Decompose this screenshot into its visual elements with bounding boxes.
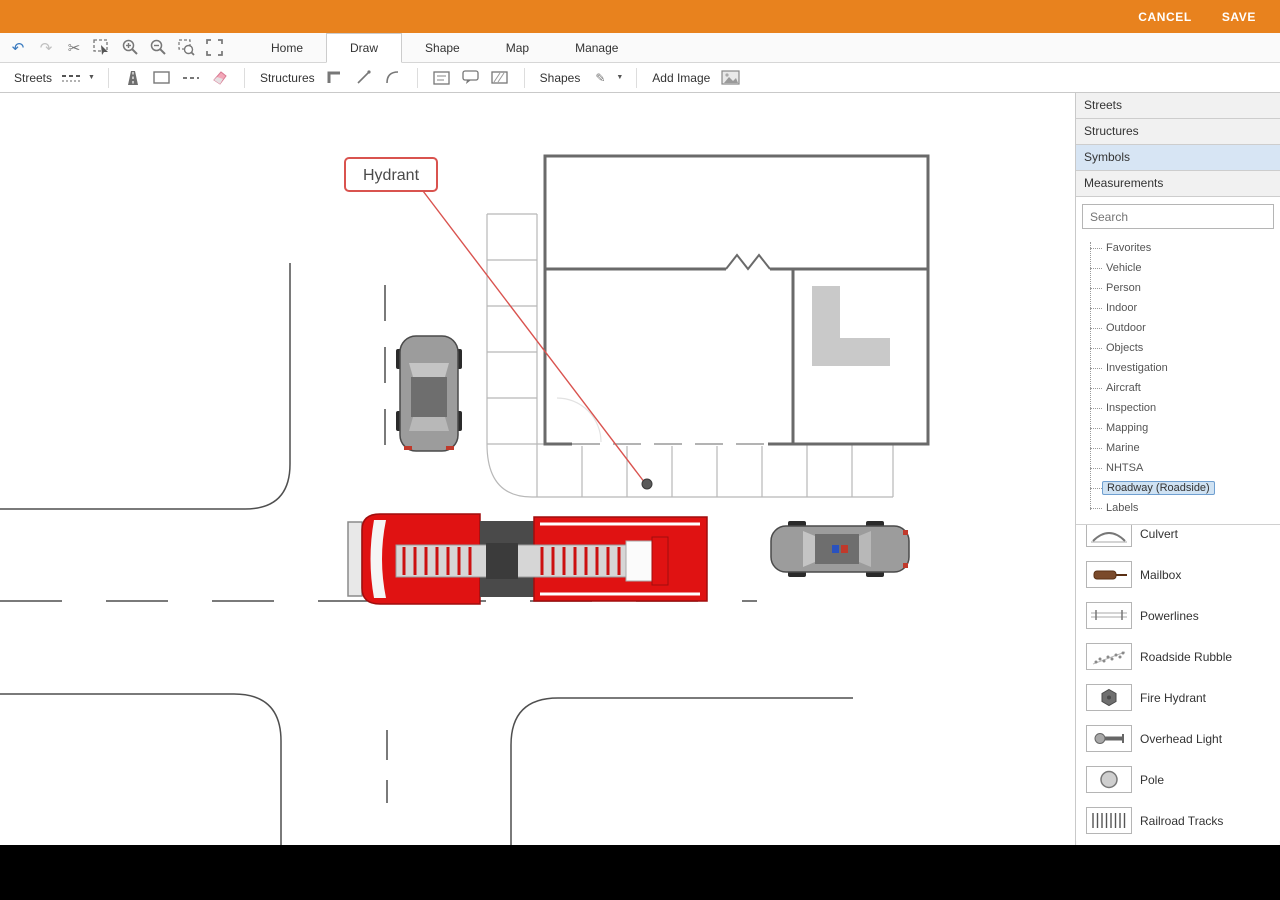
toolbar-separator (108, 68, 109, 88)
symbol-item-roadside-rubble[interactable]: Roadside Rubble (1076, 636, 1280, 677)
symbol-search (1076, 197, 1280, 234)
add-image-label[interactable]: Add Image (652, 71, 710, 85)
roadside-rubble-thumbnail (1086, 643, 1132, 670)
scene-svg: Hydrant (0, 93, 1075, 845)
line-tool-icon[interactable] (353, 67, 375, 89)
drawing-canvas[interactable]: Hydrant (0, 93, 1075, 845)
intersection-tool-icon[interactable] (151, 67, 173, 89)
section-header-streets[interactable]: Streets (1076, 93, 1280, 119)
tab-manage[interactable]: Manage (552, 33, 641, 62)
draw-toolbar: Streets ▼ Structures (0, 63, 1280, 93)
shapes-tools-label: Shapes (540, 71, 581, 85)
tree-item-marine[interactable]: Marine (1090, 438, 1280, 458)
streets-tools-label: Streets (14, 71, 52, 85)
police-car[interactable] (771, 521, 909, 577)
symbol-library-panel: Streets Structures Symbols Measurements … (1075, 93, 1280, 845)
street-style-caret-icon[interactable]: ▼ (88, 74, 95, 81)
fit-view-icon[interactable] (202, 36, 226, 60)
callout-tool-icon[interactable] (460, 67, 482, 89)
eraser-tool-icon[interactable] (209, 67, 231, 89)
section-header-structures[interactable]: Structures (1076, 119, 1280, 145)
tab-draw[interactable]: Draw (326, 33, 402, 63)
lane-marking-tool-icon[interactable] (180, 67, 202, 89)
zoom-selection-icon[interactable] (174, 36, 198, 60)
undo-icon[interactable]: ↶ (6, 36, 30, 60)
text-box-tool-icon[interactable] (431, 67, 453, 89)
save-button[interactable]: SAVE (1222, 10, 1256, 24)
app-window: CANCEL SAVE ↶ ↷ ✂ Home Dra (0, 0, 1280, 900)
add-image-icon[interactable] (719, 67, 741, 89)
tree-item-roadway-roadside[interactable]: Roadway (Roadside) (1090, 478, 1280, 498)
cut-icon[interactable]: ✂ (62, 36, 86, 60)
tree-item-indoor[interactable]: Indoor (1090, 298, 1280, 318)
tab-shape[interactable]: Shape (402, 33, 483, 62)
symbol-item-fire-hydrant[interactable]: Fire Hydrant (1076, 677, 1280, 718)
symbol-search-input[interactable] (1082, 204, 1274, 229)
zoom-out-icon[interactable] (146, 36, 170, 60)
structures-tools-label: Structures (260, 71, 315, 85)
android-nav-bar (0, 845, 1280, 900)
hydrant-callout-text: Hydrant (363, 167, 420, 184)
tree-item-aircraft[interactable]: Aircraft (1090, 378, 1280, 398)
symbol-item-pole[interactable]: Pole (1076, 759, 1280, 800)
symbol-item-overhead-light[interactable]: Overhead Light (1076, 718, 1280, 759)
select-icon[interactable] (90, 36, 114, 60)
symbol-list: Culvert Mailbox Powerlines Roadside Rubb… (1076, 524, 1280, 845)
railroad-tracks-thumbnail (1086, 807, 1132, 834)
section-header-measurements[interactable]: Measurements (1076, 171, 1280, 197)
pole-thumbnail (1086, 766, 1132, 793)
parked-car[interactable] (396, 336, 462, 451)
tab-toolbar: ↶ ↷ ✂ Home Draw Shape Map Manage (0, 33, 1280, 63)
draw-shape-pen-icon[interactable]: ✎ (589, 67, 611, 89)
powerlines-thumbnail (1086, 602, 1132, 629)
toolbar-separator (417, 68, 418, 88)
tree-item-mapping[interactable]: Mapping (1090, 418, 1280, 438)
symbol-item-culvert[interactable]: Culvert (1076, 524, 1280, 554)
mailbox-thumbnail (1086, 561, 1132, 588)
overhead-light-thumbnail (1086, 725, 1132, 752)
symbol-item-powerlines[interactable]: Powerlines (1076, 595, 1280, 636)
roadway-tool-icon[interactable] (122, 67, 144, 89)
shapes-caret-icon[interactable]: ▼ (616, 74, 623, 81)
tree-item-objects[interactable]: Objects (1090, 338, 1280, 358)
toolbar-separator (524, 68, 525, 88)
symbol-category-tree: Favorites Vehicle Person Indoor Outdoor … (1090, 238, 1280, 518)
tree-item-nhtsa[interactable]: NHTSA (1090, 458, 1280, 478)
main-tabs: Home Draw Shape Map Manage (248, 33, 641, 62)
tree-item-labels[interactable]: Labels (1090, 498, 1280, 518)
tab-home[interactable]: Home (248, 33, 326, 62)
tree-item-inspection[interactable]: Inspection (1090, 398, 1280, 418)
toolbar-separator (244, 68, 245, 88)
building-outline[interactable] (545, 156, 928, 444)
dimension-tool-icon[interactable] (489, 67, 511, 89)
wall-tool-icon[interactable] (324, 67, 346, 89)
cancel-button[interactable]: CANCEL (1138, 10, 1192, 24)
toolbar-separator (636, 68, 637, 88)
tree-item-investigation[interactable]: Investigation (1090, 358, 1280, 378)
symbol-item-railroad-tracks[interactable]: Railroad Tracks (1076, 800, 1280, 841)
hydrant-callout-box[interactable]: Hydrant (345, 158, 437, 191)
tree-item-outdoor[interactable]: Outdoor (1090, 318, 1280, 338)
top-action-bar: CANCEL SAVE (0, 0, 1280, 33)
redo-icon[interactable]: ↷ (34, 36, 58, 60)
fire-truck[interactable] (348, 514, 707, 604)
zoom-in-icon[interactable] (118, 36, 142, 60)
tab-map[interactable]: Map (483, 33, 552, 62)
l-shaped-object (812, 286, 890, 366)
door-swing-arc (557, 398, 601, 442)
door-symbol (726, 255, 770, 269)
tree-item-vehicle[interactable]: Vehicle (1090, 258, 1280, 278)
quick-actions: ↶ ↷ ✂ (0, 33, 232, 62)
symbol-item-mailbox[interactable]: Mailbox (1076, 554, 1280, 595)
tree-item-person[interactable]: Person (1090, 278, 1280, 298)
section-header-symbols[interactable]: Symbols (1076, 145, 1280, 171)
tree-item-favorites[interactable]: Favorites (1090, 238, 1280, 258)
arc-tool-icon[interactable] (382, 67, 404, 89)
hydrant-symbol-dot[interactable] (642, 479, 652, 489)
fire-hydrant-thumbnail (1086, 684, 1132, 711)
street-line-style-icon[interactable] (61, 67, 83, 89)
culvert-thumbnail (1086, 524, 1132, 547)
